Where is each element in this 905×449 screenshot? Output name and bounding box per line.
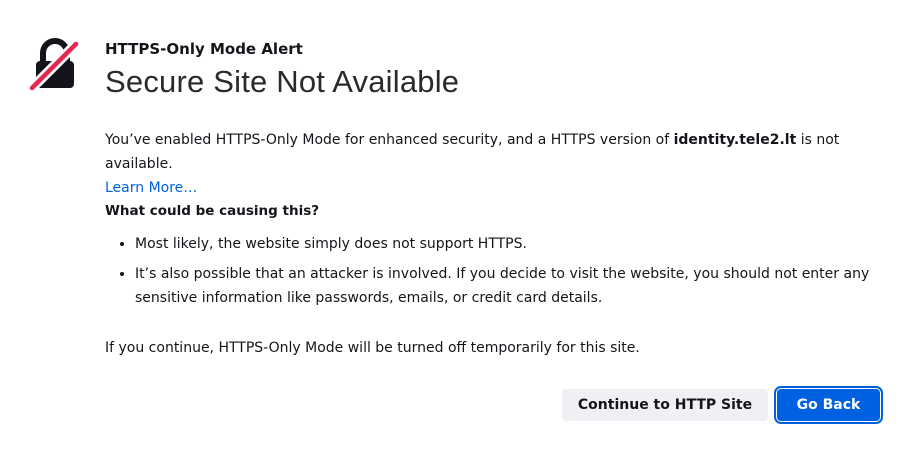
broken-lock-icon bbox=[27, 38, 82, 93]
go-back-button[interactable]: Go Back bbox=[777, 389, 880, 421]
list-item: Most likely, the website simply does not… bbox=[135, 232, 880, 256]
learn-more-link[interactable]: Learn More… bbox=[105, 180, 197, 196]
continue-note: If you continue, HTTPS-Only Mode will be… bbox=[105, 340, 640, 356]
intro-text-before: You’ve enabled HTTPS-Only Mode for enhan… bbox=[105, 132, 674, 148]
alert-title: HTTPS-Only Mode Alert bbox=[105, 40, 303, 58]
https-only-error-page: HTTPS-Only Mode Alert Secure Site Not Av… bbox=[0, 0, 905, 449]
page-title: Secure Site Not Available bbox=[105, 64, 460, 99]
error-content: HTTPS-Only Mode Alert Secure Site Not Av… bbox=[105, 38, 885, 356]
intro-paragraph: You’ve enabled HTTPS-Only Mode for enhan… bbox=[105, 128, 895, 200]
continue-to-http-button[interactable]: Continue to HTTP Site bbox=[562, 389, 768, 421]
site-domain: identity.tele2.lt bbox=[673, 132, 797, 148]
causes-list: Most likely, the website simply does not… bbox=[105, 232, 880, 316]
causes-heading: What could be causing this? bbox=[105, 203, 320, 219]
list-item: It’s also possible that an attacker is i… bbox=[135, 262, 880, 310]
